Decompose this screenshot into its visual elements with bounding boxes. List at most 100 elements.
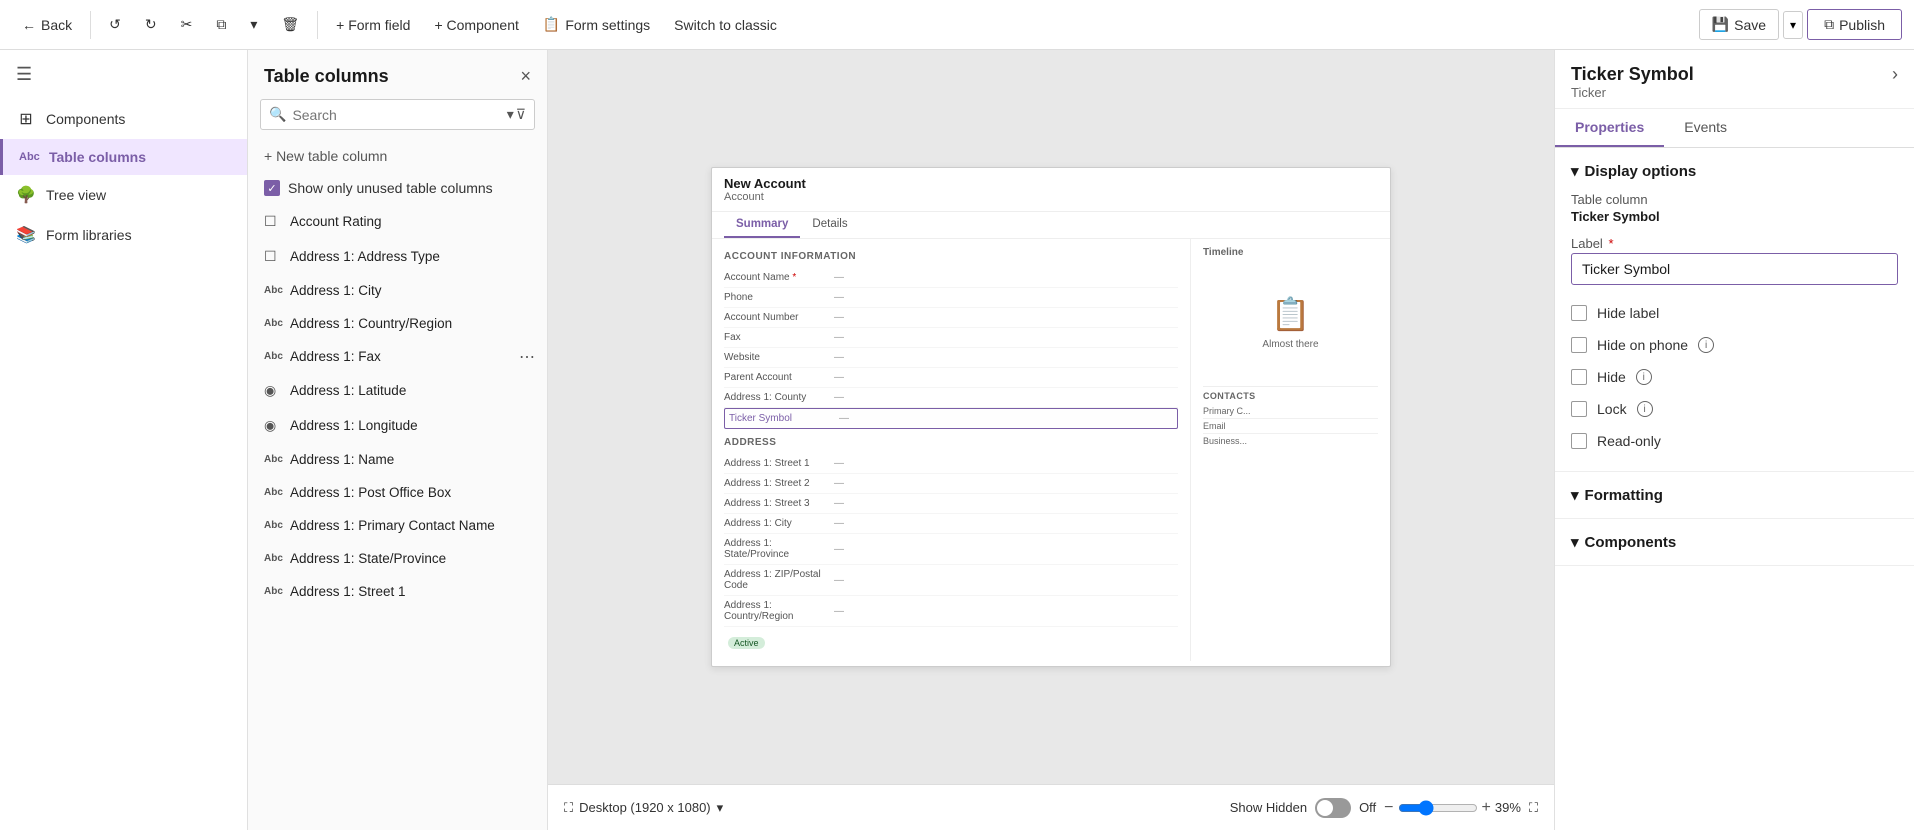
- field-website: Website —: [724, 348, 1178, 368]
- field-account-name: Account Name * —: [724, 268, 1178, 288]
- table-columns-panel: Table columns × 🔍 ▾ ⊽ + New table column…: [248, 50, 548, 830]
- column-icon: Abc: [264, 285, 282, 296]
- sidebar-item-tree-view[interactable]: 🌳 Tree view: [0, 175, 247, 215]
- list-item[interactable]: ◉ Address 1: Longitude ⋯: [248, 408, 547, 443]
- form-right: Timeline 📋 Almost there CONTACTS Primary…: [1190, 239, 1390, 661]
- label-input[interactable]: [1571, 253, 1898, 285]
- lock-info-icon[interactable]: i: [1637, 401, 1653, 417]
- tab-properties[interactable]: Properties: [1555, 109, 1664, 147]
- zoom-slider[interactable]: [1398, 800, 1478, 816]
- sidebar-item-form-libraries-label: Form libraries: [46, 227, 132, 243]
- column-icon: Abc: [264, 318, 282, 329]
- hide-label-row[interactable]: Hide label: [1571, 297, 1898, 329]
- center-preview: New Account Account Summary Details ACCO…: [548, 50, 1554, 830]
- hide-info-icon[interactable]: i: [1636, 369, 1652, 385]
- left-nav: ☰ ⊞ Components Abc Table columns 🌳 Tree …: [0, 50, 248, 830]
- formatting-header[interactable]: ▾ Formatting: [1571, 486, 1898, 504]
- delete-button[interactable]: 🗑: [271, 10, 309, 39]
- tab-events[interactable]: Events: [1664, 109, 1747, 147]
- components-header[interactable]: ▾ Components: [1571, 533, 1898, 551]
- hide-on-phone-info-icon[interactable]: i: [1698, 337, 1714, 353]
- list-item[interactable]: Abc Address 1: Country/Region ⋯: [248, 307, 547, 340]
- lock-checkbox[interactable]: [1571, 401, 1587, 417]
- redo-button[interactable]: ↻: [135, 10, 167, 39]
- main-layout: ☰ ⊞ Components Abc Table columns 🌳 Tree …: [0, 50, 1914, 830]
- form-subtitle: Account: [724, 191, 1378, 203]
- list-item[interactable]: Abc Address 1: City ⋯: [248, 274, 547, 307]
- hamburger-button[interactable]: ☰: [0, 50, 247, 99]
- hide-on-phone-row[interactable]: Hide on phone i: [1571, 329, 1898, 361]
- undo-icon: ↺: [109, 16, 121, 33]
- show-unused-checkbox[interactable]: [264, 180, 280, 196]
- field-account-number: Account Number —: [724, 308, 1178, 328]
- zoom-in-button[interactable]: +: [1482, 799, 1491, 817]
- form-settings-button[interactable]: 📋 Form settings: [533, 10, 660, 39]
- new-table-column-button[interactable]: + New table column: [248, 140, 547, 172]
- list-item[interactable]: Abc Address 1: Post Office Box ⋯: [248, 476, 547, 509]
- field-address-county: Address 1: County —: [724, 388, 1178, 408]
- list-item[interactable]: Abc Address 1: Street 1 ⋯: [248, 575, 547, 608]
- back-button[interactable]: ← Back: [12, 11, 82, 39]
- hide-label-checkbox[interactable]: [1571, 305, 1587, 321]
- column-label: Address 1: Street 1: [290, 584, 531, 599]
- form-field-button[interactable]: + Form field: [326, 11, 420, 39]
- sidebar-item-table-columns[interactable]: Abc Table columns: [0, 139, 247, 175]
- tab-details[interactable]: Details: [800, 212, 859, 238]
- form-settings-label: Form settings: [565, 17, 650, 33]
- column-label: Address 1: Longitude: [290, 418, 531, 433]
- zoom-out-button[interactable]: −: [1384, 799, 1393, 817]
- column-icon: Abc: [264, 454, 282, 465]
- table-column-value: Ticker Symbol: [1571, 209, 1898, 224]
- list-item[interactable]: ☐ Account Rating ⋯: [248, 204, 547, 239]
- back-icon: ←: [22, 17, 36, 33]
- read-only-row[interactable]: Read-only: [1571, 425, 1898, 457]
- rp-header: Ticker Symbol Ticker ›: [1555, 50, 1914, 109]
- sidebar-item-components[interactable]: ⊞ Components: [0, 99, 247, 139]
- chevron-down-icon: ▾: [1571, 486, 1579, 504]
- form-body: ACCOUNT INFORMATION Account Name * — Pho…: [712, 239, 1390, 661]
- save-dropdown-button[interactable]: ▾: [1783, 11, 1803, 39]
- show-unused-row[interactable]: Show only unused table columns: [248, 172, 547, 204]
- list-item[interactable]: Abc Address 1: Primary Contact Name ⋯: [248, 509, 547, 542]
- search-input[interactable]: [292, 107, 500, 123]
- lock-row[interactable]: Lock i: [1571, 393, 1898, 425]
- hide-on-phone-text: Hide on phone: [1597, 337, 1688, 353]
- back-label: Back: [41, 17, 72, 33]
- rp-tabs: Properties Events: [1555, 109, 1914, 148]
- list-item[interactable]: ◉ Address 1: Latitude ⋯: [248, 373, 547, 408]
- publish-button[interactable]: ⧉ Publish: [1807, 9, 1902, 40]
- list-item[interactable]: Abc Address 1: Name ⋯: [248, 443, 547, 476]
- display-options-header[interactable]: ▾ Display options: [1571, 162, 1898, 180]
- dropdown-button[interactable]: ▾: [240, 10, 267, 39]
- field-parent-account: Parent Account —: [724, 368, 1178, 388]
- column-icon: Abc: [264, 487, 282, 498]
- components-icon: ⊞: [16, 109, 36, 129]
- sidebar-item-form-libraries[interactable]: 📚 Form libraries: [0, 215, 247, 255]
- panel-close-button[interactable]: ×: [520, 66, 531, 87]
- fullscreen-icon[interactable]: ⛶: [1529, 800, 1538, 816]
- hide-checkbox[interactable]: [1571, 369, 1587, 385]
- read-only-checkbox[interactable]: [1571, 433, 1587, 449]
- list-item[interactable]: ☐ Address 1: Address Type ⋯: [248, 239, 547, 274]
- show-hidden-toggle[interactable]: [1315, 798, 1351, 818]
- undo-button[interactable]: ↺: [99, 10, 131, 39]
- more-options-icon[interactable]: ⋯: [519, 347, 535, 367]
- rp-expand-button[interactable]: ›: [1892, 64, 1898, 85]
- filter-funnel-icon: ⊽: [516, 106, 526, 123]
- tab-summary[interactable]: Summary: [724, 212, 800, 238]
- field-ticker-symbol: Ticker Symbol —: [724, 408, 1178, 429]
- cut-button[interactable]: ✂: [171, 10, 203, 39]
- save-button[interactable]: 💾 Save: [1699, 9, 1779, 40]
- hide-on-phone-checkbox[interactable]: [1571, 337, 1587, 353]
- hide-row[interactable]: Hide i: [1571, 361, 1898, 393]
- switch-classic-button[interactable]: Switch to classic: [664, 11, 787, 39]
- list-item[interactable]: Abc Address 1: State/Province ⋯: [248, 542, 547, 575]
- column-icon: ☐: [264, 213, 282, 230]
- list-item[interactable]: Abc Address 1: Fax ⋯: [248, 340, 547, 373]
- component-button[interactable]: + Component: [424, 11, 528, 39]
- filter-button[interactable]: ▾ ⊽: [507, 106, 526, 123]
- desktop-chevron-icon[interactable]: ▾: [717, 800, 724, 816]
- column-label: Address 1: Fax: [290, 349, 531, 364]
- copy-button[interactable]: ⧉: [206, 10, 236, 39]
- column-icon: Abc: [264, 520, 282, 531]
